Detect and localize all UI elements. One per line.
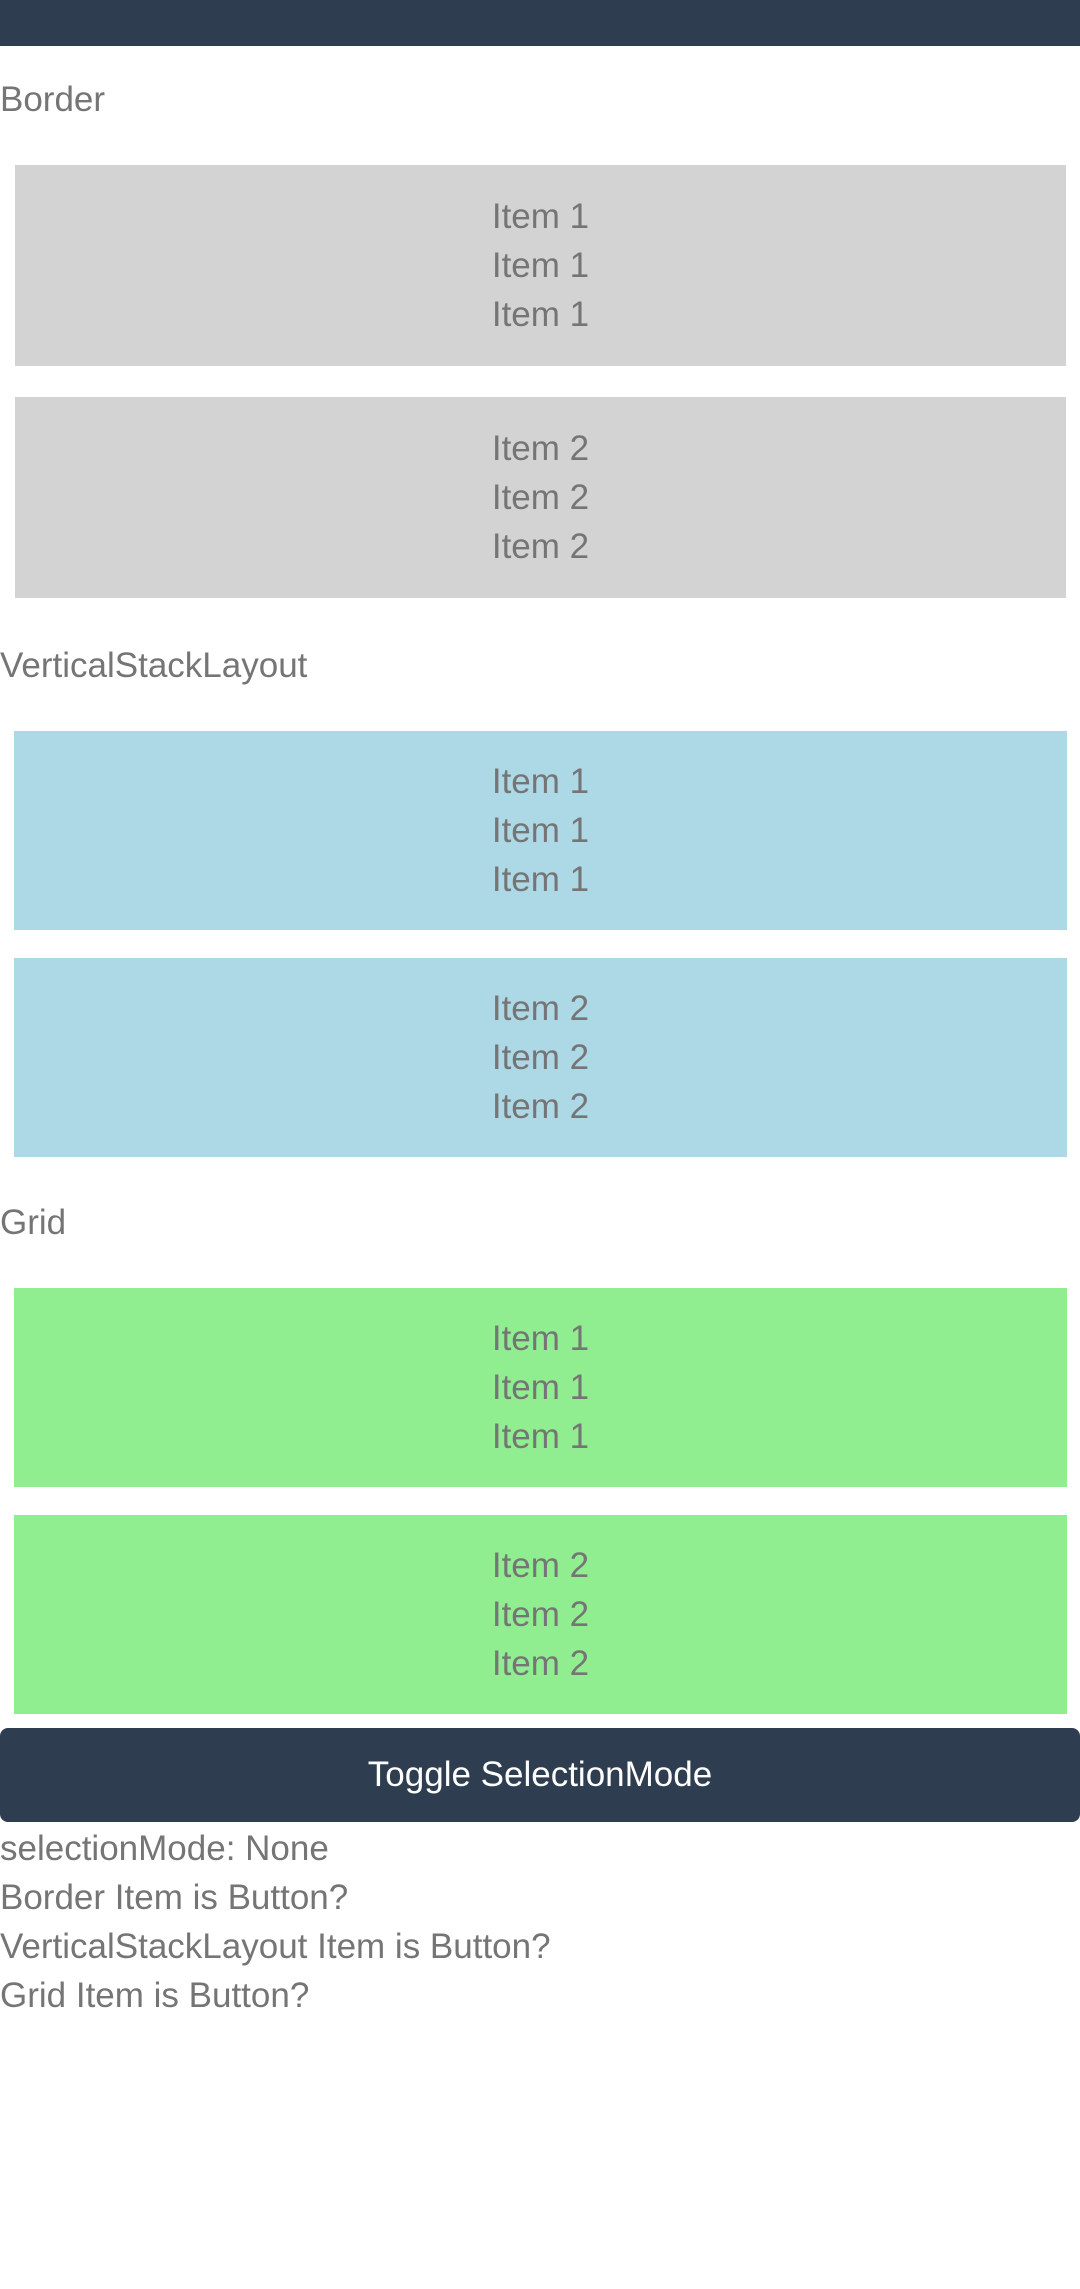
item-line: Item 1: [491, 246, 590, 285]
grid-is-button-status: Grid Item is Button?: [0, 1976, 310, 2015]
item-line: Item 2: [491, 429, 590, 468]
item-line: Item 2: [491, 1038, 590, 1077]
item-line: Item 1: [491, 860, 590, 899]
item-line: Item 1: [491, 1368, 590, 1407]
item-line: Item 1: [491, 197, 590, 236]
toggle-selection-mode-button[interactable]: Toggle SelectionMode: [0, 1728, 1080, 1822]
grid-section-label: Grid: [0, 1203, 67, 1242]
item-line: Item 2: [491, 478, 590, 517]
item-line: Item 2: [491, 1546, 590, 1585]
item-line: Item 2: [491, 989, 590, 1028]
vsl-item-2[interactable]: Item 2 Item 2 Item 2: [14, 958, 1067, 1157]
item-line: Item 1: [491, 811, 590, 850]
border-is-button-status: Border Item is Button?: [0, 1878, 349, 1917]
vsl-item-1[interactable]: Item 1 Item 1 Item 1: [14, 731, 1067, 930]
item-line: Item 2: [491, 1087, 590, 1126]
border-item-2[interactable]: Item 2 Item 2 Item 2: [15, 397, 1066, 598]
border-item-1[interactable]: Item 1 Item 1 Item 1: [15, 165, 1066, 366]
item-line: Item 2: [491, 1595, 590, 1634]
item-line: Item 1: [491, 762, 590, 801]
item-line: Item 1: [491, 1417, 590, 1456]
selection-mode-status: selectionMode: None: [0, 1829, 329, 1868]
item-line: Item 2: [491, 1644, 590, 1683]
grid-item-1[interactable]: Item 1 Item 1 Item 1: [14, 1288, 1067, 1487]
vsl-section-label: VerticalStackLayout: [0, 646, 308, 685]
top-bar: [0, 0, 1080, 46]
item-line: Item 1: [491, 295, 590, 334]
vsl-is-button-status: VerticalStackLayout Item is Button?: [0, 1927, 551, 1966]
item-line: Item 2: [491, 527, 590, 566]
item-line: Item 1: [491, 1319, 590, 1358]
grid-item-2[interactable]: Item 2 Item 2 Item 2: [14, 1515, 1067, 1714]
border-section-label: Border: [0, 80, 106, 119]
